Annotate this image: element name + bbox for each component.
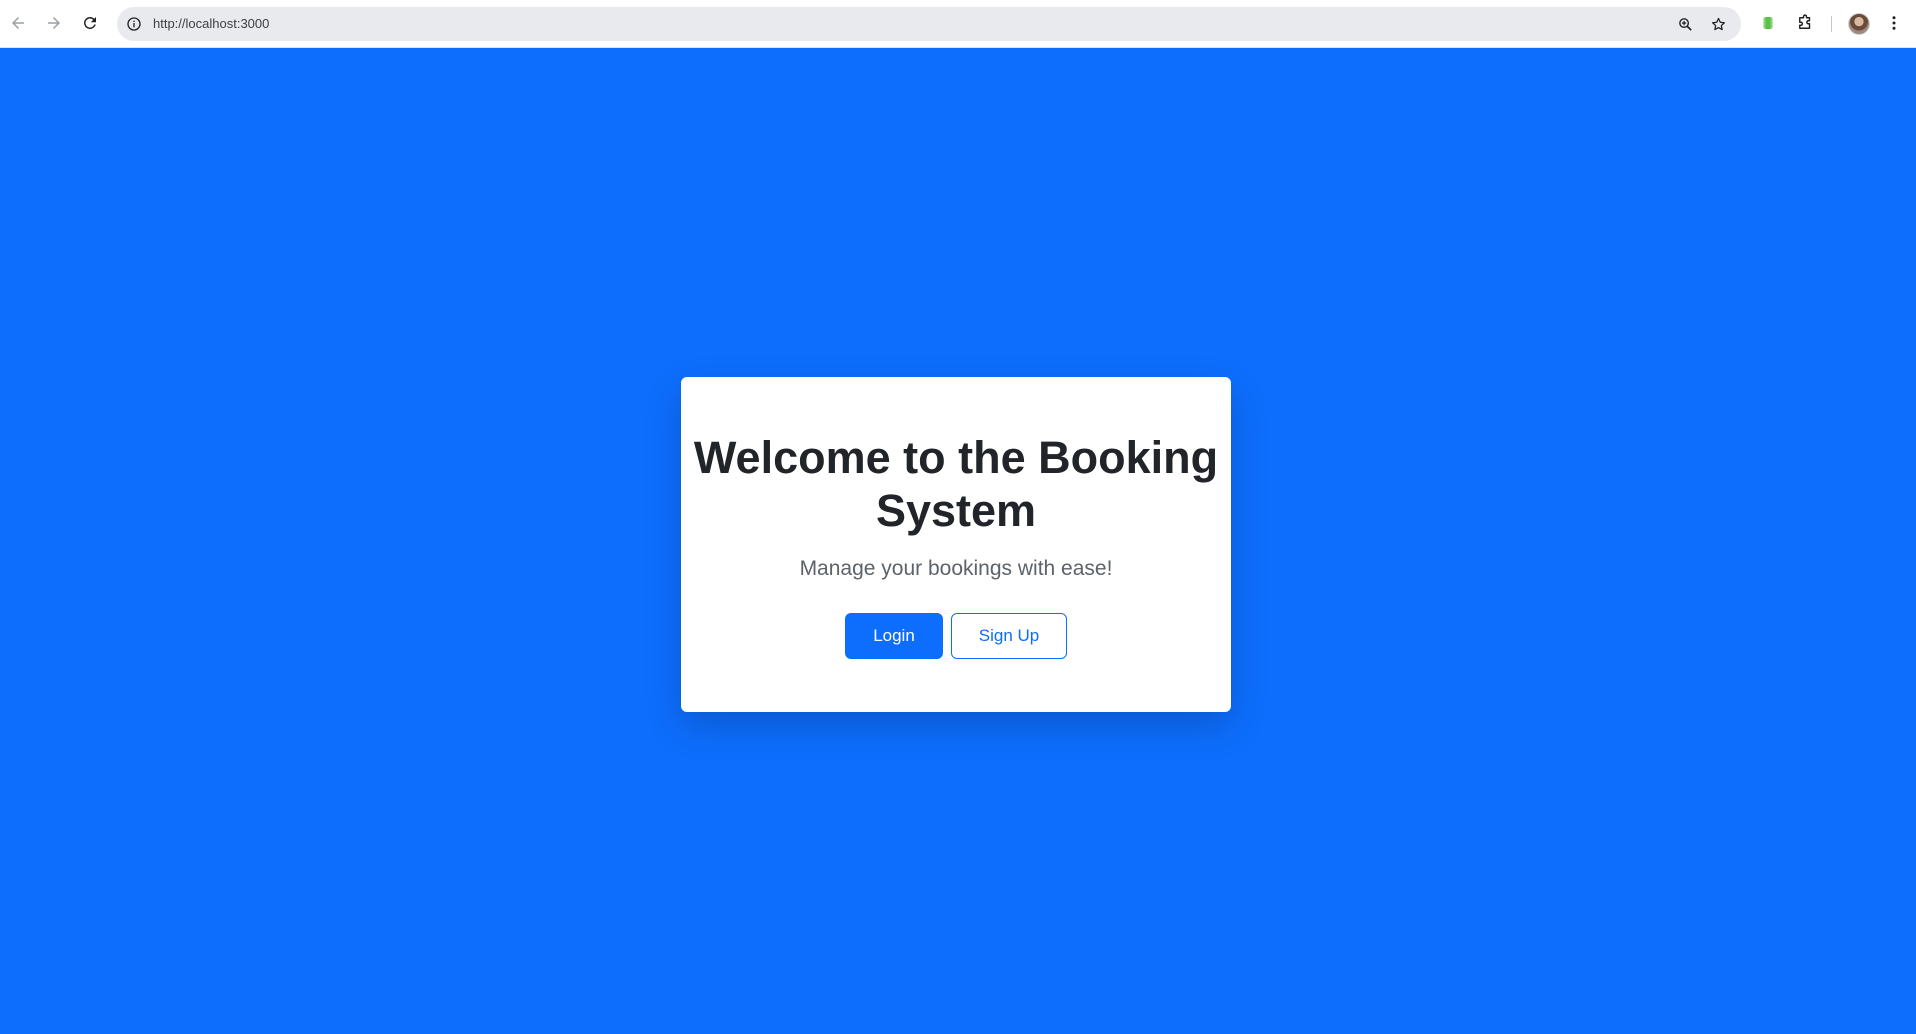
url-text[interactable]: http://localhost:3000: [153, 16, 269, 32]
toolbar-divider: [1831, 16, 1832, 32]
zoom-button[interactable]: [1674, 13, 1696, 35]
puzzle-icon: [1799, 14, 1811, 29]
page-title: Welcome to the Booking System: [693, 432, 1219, 536]
star-icon: [1711, 17, 1725, 30]
browser-menu-button[interactable]: [1882, 11, 1906, 35]
welcome-card: Welcome to the Booking System Manage you…: [681, 377, 1231, 712]
forward-arrow-icon: [48, 17, 60, 29]
address-bar[interactable]: http://localhost:3000: [117, 7, 1741, 41]
back-arrow-icon: [12, 17, 24, 29]
bookmark-button[interactable]: [1707, 13, 1729, 35]
reload-button[interactable]: [76, 9, 104, 37]
extension-button[interactable]: [1756, 11, 1780, 35]
avatar[interactable]: [1848, 13, 1870, 35]
browser-toolbar: http://localhost:3000: [0, 0, 1916, 48]
back-button[interactable]: [4, 9, 32, 37]
kebab-menu-icon: [1892, 16, 1896, 30]
site-info-button[interactable]: [124, 14, 144, 34]
forward-button[interactable]: [40, 9, 68, 37]
extensions-menu-button[interactable]: [1793, 11, 1817, 35]
info-icon: [127, 17, 141, 31]
reload-icon: [84, 16, 96, 29]
login-button[interactable]: Login: [845, 613, 943, 659]
signup-button[interactable]: Sign Up: [951, 613, 1067, 659]
zoom-icon: [1678, 17, 1692, 31]
green-extension-icon: [1763, 17, 1773, 29]
page-viewport: Welcome to the Booking System Manage you…: [0, 48, 1916, 1034]
page-subtitle: Manage your bookings with ease!: [799, 557, 1113, 580]
